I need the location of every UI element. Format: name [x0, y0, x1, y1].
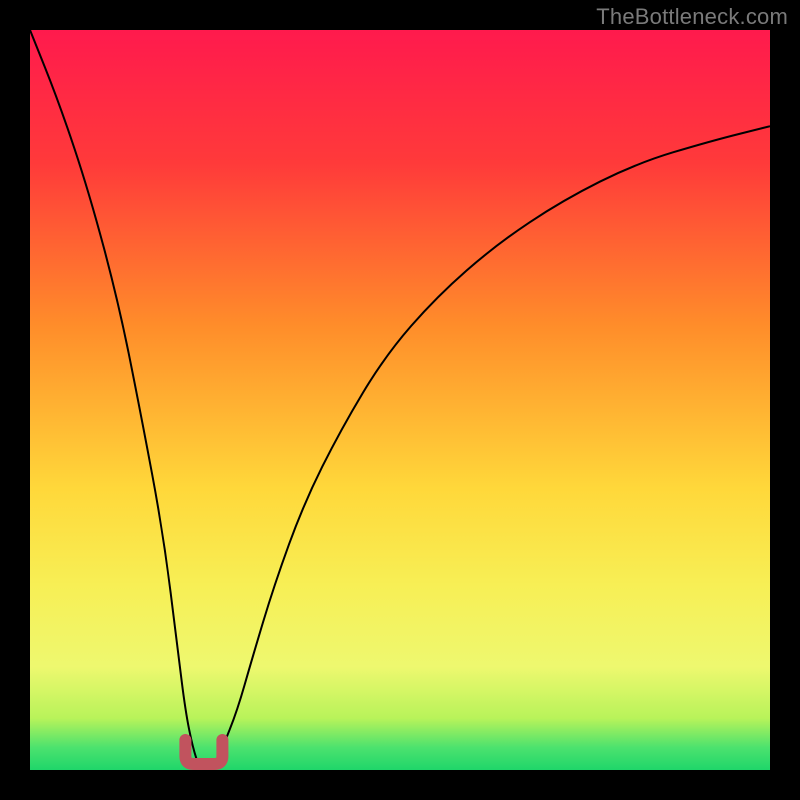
attribution-text: TheBottleneck.com — [596, 4, 788, 30]
plot-area — [30, 30, 770, 770]
bottleneck-curve — [30, 30, 770, 770]
minimum-marker — [185, 740, 222, 764]
curve-layer — [30, 30, 770, 770]
chart-frame: TheBottleneck.com — [0, 0, 800, 800]
